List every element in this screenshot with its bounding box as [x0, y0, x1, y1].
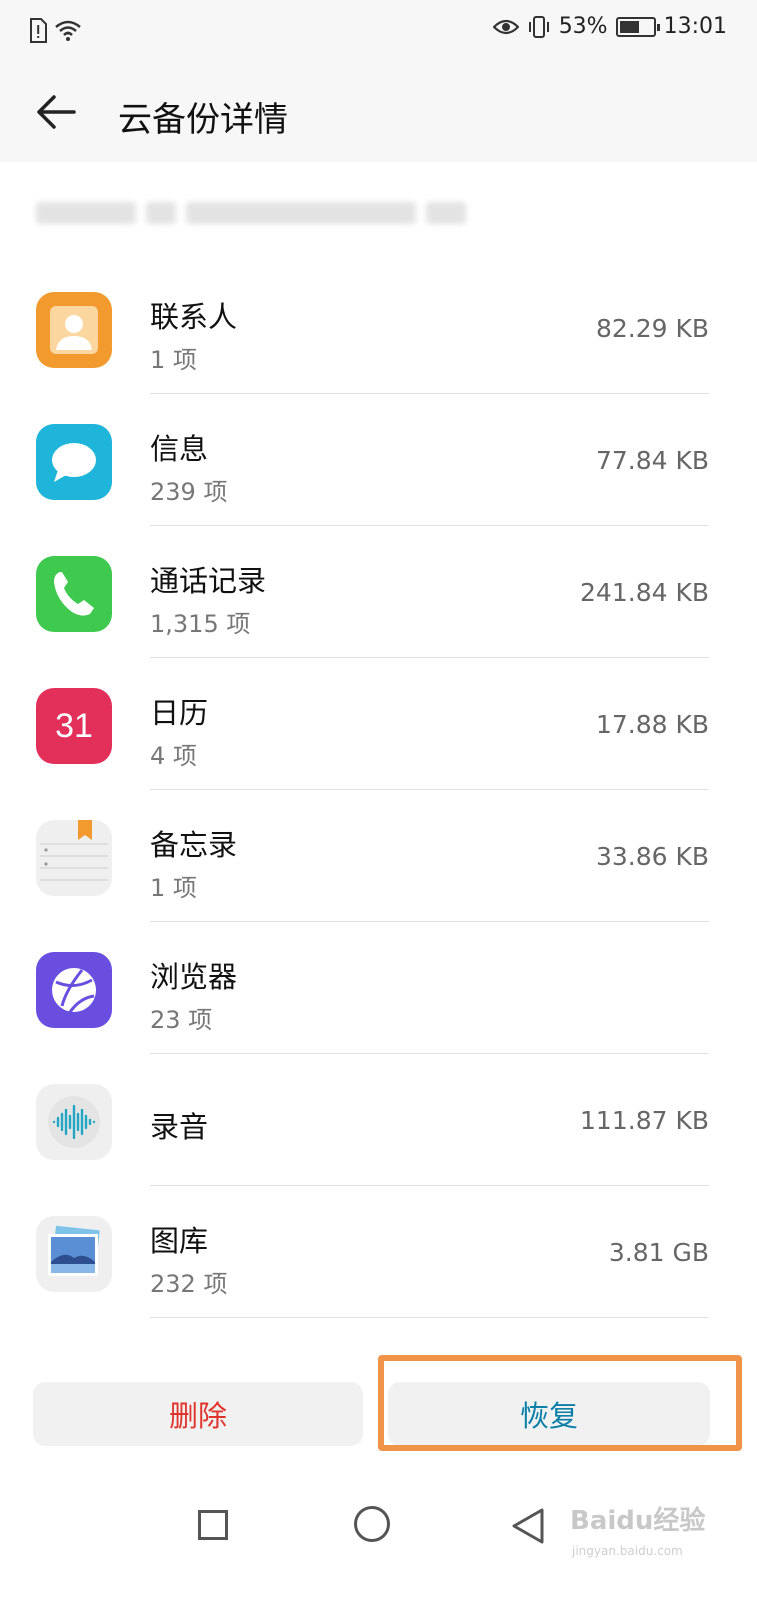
phone-icon [36, 556, 112, 632]
contacts-icon [36, 292, 112, 368]
item-count: 23 项 [150, 1006, 213, 1034]
browser-icon [36, 952, 112, 1028]
item-size: 17.88 KB [595, 710, 709, 739]
list-item-messages[interactable]: 信息 239 项 77.84 KB [0, 394, 757, 526]
item-size: 33.86 KB [595, 842, 709, 871]
watermark-url: jingyan.baidu.com [572, 1544, 683, 1558]
item-name: 通话记录 [150, 564, 267, 598]
item-count: 232 项 [150, 1270, 228, 1298]
item-count: 239 项 [150, 478, 228, 506]
eye-comfort-icon [492, 19, 519, 34]
item-count: 1,315 项 [150, 610, 251, 638]
item-name: 浏览器 [150, 960, 238, 994]
list-item-call-log[interactable]: 通话记录 1,315 项 241.84 KB [0, 526, 757, 658]
clock-time: 13:01 [663, 14, 727, 39]
item-count: 4 项 [150, 742, 197, 770]
backup-item-list: 联系人 1 项 82.29 KB 信息 239 项 77.84 KB 通话记录 … [0, 262, 757, 1318]
calendar-icon: 31 [36, 688, 112, 764]
recorder-icon [36, 1084, 112, 1160]
item-name: 备忘录 [150, 828, 238, 862]
list-item-notes[interactable]: 备忘录 1 项 33.86 KB [0, 790, 757, 922]
page-title: 云备份详情 [118, 100, 288, 140]
item-count: 1 项 [150, 346, 197, 374]
item-name: 日历 [150, 696, 209, 730]
item-size: 82.29 KB [595, 314, 709, 343]
list-item-browser[interactable]: 浏览器 23 项 [0, 922, 757, 1054]
list-item-contacts[interactable]: 联系人 1 项 82.29 KB [0, 262, 757, 394]
item-name: 录音 [150, 1110, 209, 1144]
divider [150, 1317, 709, 1318]
item-size: 111.87 KB [580, 1106, 709, 1135]
system-nav-bar [0, 1480, 757, 1600]
battery-icon [615, 16, 660, 37]
restore-highlight-box [378, 1355, 742, 1451]
delete-button[interactable]: 删除 [33, 1382, 363, 1446]
list-item-calendar[interactable]: 31 日历 4 项 17.88 KB [0, 658, 757, 790]
back-arrow-icon[interactable] [34, 90, 78, 134]
app-bar: 云备份详情 [0, 62, 757, 162]
messages-icon [36, 424, 112, 500]
device-info-blurred [36, 198, 506, 228]
gallery-icon [36, 1216, 112, 1292]
item-name: 图库 [150, 1224, 209, 1258]
list-item-recorder[interactable]: 录音 111.87 KB [0, 1054, 757, 1186]
calendar-icon-date: 31 [55, 706, 93, 745]
item-size: 3.81 GB [608, 1238, 709, 1267]
item-name: 信息 [150, 432, 209, 466]
item-size: 77.84 KB [595, 446, 709, 475]
vibrate-icon [528, 15, 549, 38]
notepad-icon [36, 820, 112, 896]
wifi-icon [55, 20, 81, 41]
battery-percent: 53% [558, 14, 608, 39]
status-bar: 53% 13:01 [0, 0, 757, 62]
item-count: 1 项 [150, 874, 197, 902]
watermark-logo: Baidu经验 [570, 1506, 706, 1536]
item-size: 241.84 KB [580, 578, 709, 607]
list-item-gallery[interactable]: 图库 232 项 3.81 GB [0, 1186, 757, 1318]
nav-back-icon[interactable] [510, 1506, 546, 1546]
recent-apps-icon[interactable] [198, 1510, 228, 1540]
item-name: 联系人 [150, 300, 238, 334]
home-icon[interactable] [354, 1506, 390, 1542]
sim-alert-icon [30, 18, 47, 43]
